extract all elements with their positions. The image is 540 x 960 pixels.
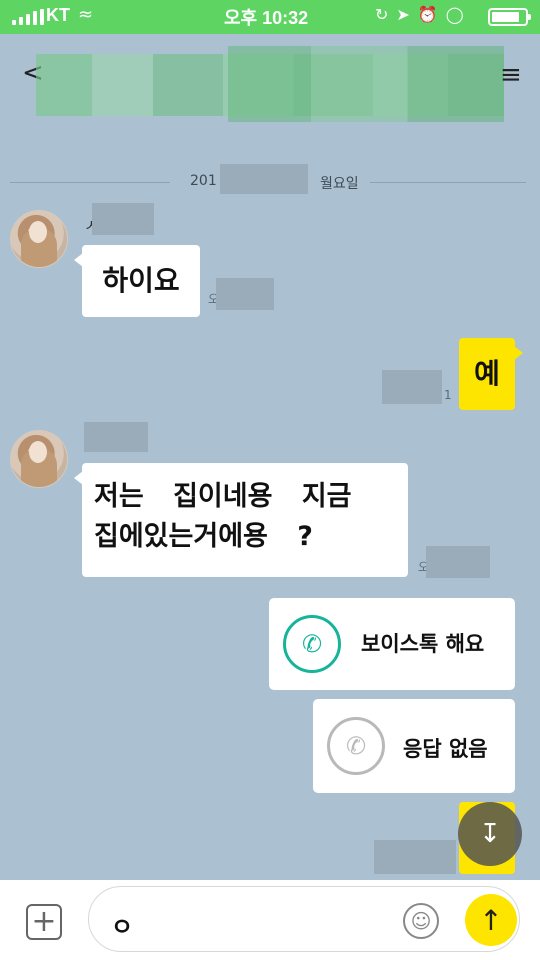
plus-icon[interactable]: + [26,904,62,940]
avatar[interactable] [10,430,68,488]
date-weekday: 월요일 [320,176,359,192]
scroll-to-bottom-button[interactable]: ↧ [458,802,522,866]
menu-icon[interactable]: ≡ [500,60,522,90]
censored-time [216,278,274,310]
censored-time [426,546,490,578]
status-time: 오후 10:32 [224,8,309,28]
message-time: 1 [444,388,452,402]
wifi-icon: ≈ [78,4,94,25]
voice-call-card[interactable]: ✆ 보이스톡 해요 [269,598,515,690]
message-input-value: ㅇ [111,913,134,941]
censored-sender-name [84,422,148,452]
carrier-label: KT [46,5,70,25]
message-input[interactable]: ㅇ ☺ ↑ [88,886,520,952]
message-text: 저는 집이네용 지금 집에있는거에용 ? [94,481,352,552]
input-bar: + ㅇ ☺ ↑ [0,880,540,960]
signal-strength-icon [12,9,44,25]
status-icons: ↻➤⏰◯ [375,5,472,24]
censored-time [374,840,456,874]
message-text: 예 [474,357,500,390]
battery-icon [488,8,531,26]
message-text: 하이요 [102,264,180,297]
censored-time [382,370,442,404]
voice-call-label: 보이스톡 해요 [361,632,485,656]
status-bar: KT ≈ 오후 10:32 ↻➤⏰◯ [0,0,540,34]
censored-title-block [228,46,504,122]
phone-icon: ✆ [327,717,385,775]
message-bubble[interactable]: 하이요 [74,245,200,317]
no-answer-label: 응답 없음 [403,737,488,761]
censored-sender-name [92,203,154,235]
arrow-up-icon: ↑ [479,903,503,937]
date-divider: 201 월요일 [10,164,526,196]
chat-header: < ≡ [0,34,540,122]
message-bubble[interactable]: 저는 집이네용 지금 집에있는거에용 ? [74,463,408,577]
phone-icon: ✆ [283,615,341,673]
send-button[interactable]: ↑ [465,894,517,946]
date-prefix: 201 [190,173,217,189]
censored-date [220,164,308,194]
my-message-bubble[interactable]: 예 [459,338,523,410]
arrow-down-icon: ↧ [479,819,501,849]
smile-icon[interactable]: ☺ [403,903,439,939]
missed-call-card[interactable]: ✆ 응답 없음 [313,699,515,793]
avatar[interactable] [10,210,68,268]
